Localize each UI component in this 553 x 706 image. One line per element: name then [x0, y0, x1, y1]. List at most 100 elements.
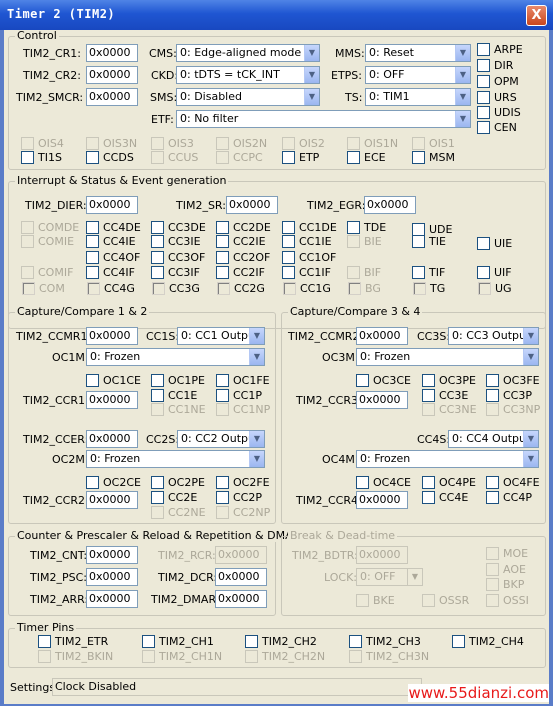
oc2ce-checkbox[interactable]: OC2CE	[86, 476, 141, 489]
urs-checkbox[interactable]: URS	[477, 91, 517, 104]
cc2of-checkbox[interactable]: CC2OF	[216, 251, 270, 264]
oc3pe-checkbox[interactable]: OC3PE	[422, 374, 476, 387]
cc2ne-checkbox[interactable]: CC2NE	[151, 506, 206, 519]
ccmr2-field[interactable]: 0x0000	[356, 327, 408, 345]
cc4s-select[interactable]: 0: CC4 Output ▼	[448, 430, 539, 448]
cc2ie-checkbox[interactable]: CC2IE	[216, 235, 266, 248]
cc3e-checkbox[interactable]: CC3E	[422, 389, 468, 402]
etp-checkbox[interactable]: ETP	[282, 151, 319, 164]
tde-checkbox[interactable]: TDE	[347, 221, 386, 234]
oc4fe-checkbox[interactable]: OC4FE	[486, 476, 540, 489]
lock-select[interactable]: 0: OFF ▼	[356, 568, 423, 586]
ccr4-field[interactable]: 0x0000	[356, 491, 408, 509]
ois2n-checkbox[interactable]: OIS2N	[216, 137, 267, 150]
bif-checkbox[interactable]: BIF	[347, 266, 381, 279]
cc2np-checkbox[interactable]: CC2NP	[216, 506, 270, 519]
cc1e-checkbox[interactable]: CC1E	[151, 389, 197, 402]
cc3ie-checkbox[interactable]: CC3IE	[151, 235, 201, 248]
sms-select[interactable]: 0: Disabled ▼	[176, 88, 320, 106]
ois1-checkbox[interactable]: OIS1	[412, 137, 455, 150]
ch2-pin-checkbox[interactable]: TIM2_CH2	[245, 635, 317, 648]
etr-pin-checkbox[interactable]: TIM2_ETR	[38, 635, 108, 648]
rcr-field[interactable]: 0x0000	[215, 546, 267, 564]
cc2if-checkbox[interactable]: CC2IF	[216, 266, 265, 279]
ece-checkbox[interactable]: ECE	[347, 151, 386, 164]
ch4-pin-checkbox[interactable]: TIM2_CH4	[452, 635, 524, 648]
dier-field[interactable]: 0x0000	[86, 196, 138, 214]
cc2e-checkbox[interactable]: CC2E	[151, 491, 197, 504]
mms-select[interactable]: 0: Reset ▼	[365, 44, 471, 62]
cc4of-checkbox[interactable]: CC4OF	[86, 251, 140, 264]
cen-checkbox[interactable]: CEN	[477, 121, 517, 134]
cc4e-checkbox[interactable]: CC4E	[422, 491, 468, 504]
tg-button[interactable]: TG	[410, 282, 445, 295]
cc1ne-checkbox[interactable]: CC1NE	[151, 403, 206, 416]
cc4p-checkbox[interactable]: CC4P	[486, 491, 532, 504]
cc3np-checkbox[interactable]: CC3NP	[486, 403, 540, 416]
oc4pe-checkbox[interactable]: OC4PE	[422, 476, 476, 489]
arpe-checkbox[interactable]: ARPE	[477, 43, 523, 56]
ois2-checkbox[interactable]: OIS2	[282, 137, 325, 150]
cc2s-select[interactable]: 0: CC2 Output ▼	[177, 430, 265, 448]
moe-checkbox[interactable]: MOE	[486, 547, 528, 560]
cc1ie-checkbox[interactable]: CC1IE	[282, 235, 332, 248]
cc1de-checkbox[interactable]: CC1DE	[282, 221, 337, 234]
oc2m-select[interactable]: 0: Frozen ▼	[86, 450, 265, 468]
opm-checkbox[interactable]: OPM	[477, 75, 519, 88]
close-button[interactable]: X	[526, 5, 547, 26]
bie-checkbox[interactable]: BIE	[347, 235, 382, 248]
dmar-field[interactable]: 0x0000	[215, 590, 267, 608]
oc3fe-checkbox[interactable]: OC3FE	[486, 374, 540, 387]
egr-field[interactable]: 0x0000	[364, 196, 416, 214]
ti1s-checkbox[interactable]: TI1S	[21, 151, 62, 164]
ch3-pin-checkbox[interactable]: TIM2_CH3	[349, 635, 421, 648]
arr-field[interactable]: 0x0000	[86, 590, 138, 608]
cc1of-checkbox[interactable]: CC1OF	[282, 251, 336, 264]
oc1pe-checkbox[interactable]: OC1PE	[151, 374, 205, 387]
cc3ne-checkbox[interactable]: CC3NE	[422, 403, 477, 416]
ch3n-pin-checkbox[interactable]: TIM2_CH3N	[349, 650, 429, 663]
etf-select[interactable]: 0: No filter ▼	[176, 110, 471, 128]
ch2n-pin-checkbox[interactable]: TIM2_CH2N	[245, 650, 325, 663]
smcr-field[interactable]: 0x0000	[86, 88, 138, 106]
cc1p-checkbox[interactable]: CC1P	[216, 389, 262, 402]
bdtr-field[interactable]: 0x0000	[356, 546, 408, 564]
ois3n-checkbox[interactable]: OIS3N	[86, 137, 137, 150]
oc4m-select[interactable]: 0: Frozen ▼	[356, 450, 539, 468]
cms-select[interactable]: 0: Edge-aligned mode ▼	[176, 44, 320, 62]
tie-checkbox[interactable]: TIE	[412, 235, 446, 248]
ossr-checkbox[interactable]: OSSR	[422, 594, 469, 607]
etps-select[interactable]: 0: OFF ▼	[365, 66, 471, 84]
cc4de-checkbox[interactable]: CC4DE	[86, 221, 141, 234]
uie-checkbox[interactable]: UIE	[477, 237, 512, 250]
comif-checkbox[interactable]: COMIF	[21, 266, 73, 279]
uif-checkbox[interactable]: UIF	[477, 266, 512, 279]
bkp-checkbox[interactable]: BKP	[486, 578, 524, 591]
ossi-checkbox[interactable]: OSSI	[486, 594, 529, 607]
cc4g-button[interactable]: CC4G	[84, 282, 135, 295]
ois4-checkbox[interactable]: OIS4	[21, 137, 64, 150]
comie-checkbox[interactable]: COMIE	[21, 235, 74, 248]
cc1np-checkbox[interactable]: CC1NP	[216, 403, 270, 416]
cc3p-checkbox[interactable]: CC3P	[486, 389, 532, 402]
ois1n-checkbox[interactable]: OIS1N	[347, 137, 398, 150]
com-button[interactable]: COM	[19, 282, 65, 295]
oc3m-select[interactable]: 0: Frozen ▼	[356, 348, 539, 366]
tif-checkbox[interactable]: TIF	[412, 266, 445, 279]
cc1if-checkbox[interactable]: CC1IF	[282, 266, 331, 279]
cc2g-button[interactable]: CC2G	[214, 282, 265, 295]
oc2fe-checkbox[interactable]: OC2FE	[216, 476, 270, 489]
cr1-field[interactable]: 0x0000	[86, 44, 138, 62]
ug-button[interactable]: UG	[475, 282, 512, 295]
ch1-pin-checkbox[interactable]: TIM2_CH1	[142, 635, 214, 648]
udis-checkbox[interactable]: UDIS	[477, 106, 521, 119]
oc4ce-checkbox[interactable]: OC4CE	[356, 476, 411, 489]
sr-field[interactable]: 0x0000	[226, 196, 278, 214]
cc3if-checkbox[interactable]: CC3IF	[151, 266, 200, 279]
comde-checkbox[interactable]: COMDE	[21, 221, 79, 234]
cc1s-select[interactable]: 0: CC1 Output ▼	[177, 327, 265, 345]
cc3g-button[interactable]: CC3G	[149, 282, 200, 295]
ccpc-checkbox[interactable]: CCPC	[216, 151, 263, 164]
aoe-checkbox[interactable]: AOE	[486, 563, 526, 576]
ois3-checkbox[interactable]: OIS3	[151, 137, 194, 150]
